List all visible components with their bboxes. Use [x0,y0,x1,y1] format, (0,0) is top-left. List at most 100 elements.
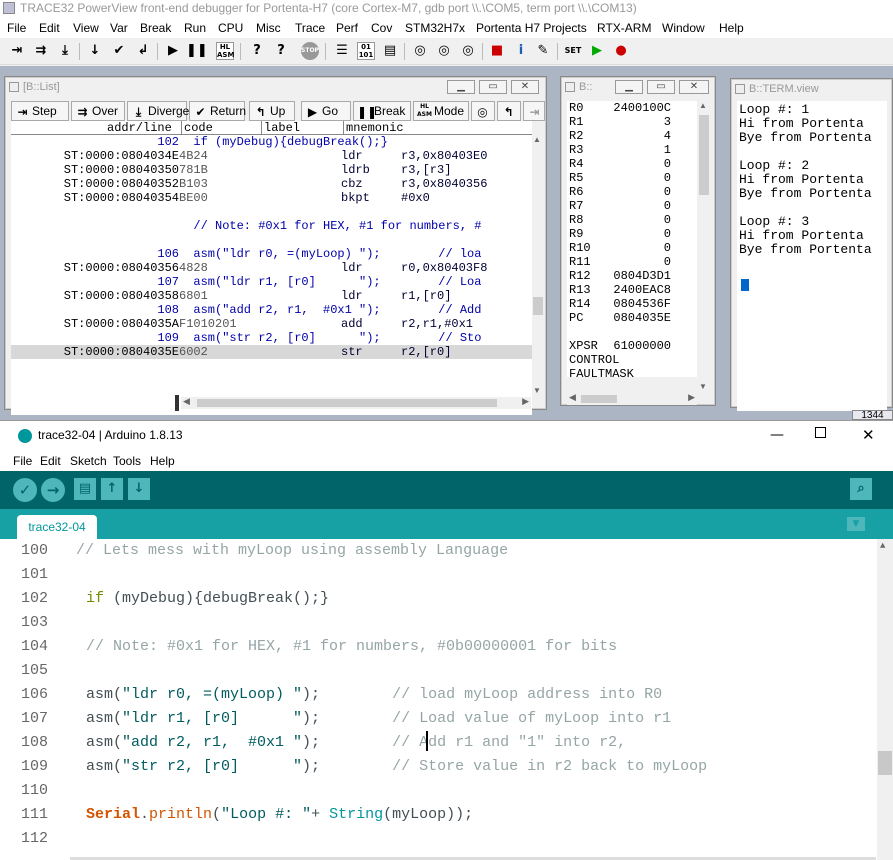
header-mnemonic[interactable]: mnemonic [343,121,404,135]
blank-row[interactable] [11,205,532,219]
header-code[interactable]: code [181,121,213,135]
register-row[interactable]: R0 2400100C [569,101,697,115]
set-icon[interactable]: SET [564,42,582,60]
stop-red-icon[interactable]: ● [612,42,630,60]
var-icon[interactable]: ◎ [459,42,477,60]
scroll-left-icon[interactable]: ◀ [569,392,576,403]
register-row[interactable]: R11 0 [569,255,697,269]
scroll-right-icon[interactable]: ▶ [522,396,529,407]
step-over-icon[interactable]: ⇉ [32,42,50,60]
breakpoints-icon[interactable]: ◎ [411,42,429,60]
menu-break[interactable]: Break [140,21,171,35]
over-button[interactable]: ⇉ Over [71,101,125,121]
scroll-up-icon[interactable]: ▲ [699,101,707,110]
register-row[interactable]: R14 0804536F [569,297,697,311]
open-sketch-icon[interactable]: ↑ [101,478,123,500]
upload-icon[interactable]: → [41,478,65,502]
list-splitter[interactable] [175,395,179,411]
register-row[interactable] [569,325,697,339]
asm-row[interactable]: ST:0000:0804034E 4B24 ldr r3,0x80403E0 [11,149,532,163]
register-row[interactable]: R9 0 [569,227,697,241]
mode-icon[interactable]: HL ASM [216,42,234,60]
register-row[interactable]: R5 0 [569,171,697,185]
menu-cov[interactable]: Cov [371,21,392,35]
scroll-right-icon[interactable]: ▶ [688,392,695,403]
registers-icon[interactable]: ▤ [381,42,399,60]
menu-window[interactable]: Window [662,21,705,35]
list-icon[interactable]: ☰ [333,42,351,60]
menu-perf[interactable]: Perf [336,21,358,35]
scroll-down-icon[interactable]: ▼ [533,386,541,395]
return-button[interactable]: ✔ Return [189,101,246,121]
register-row[interactable]: R4 0 [569,157,697,171]
source-row[interactable]: 107 asm("ldr r1, [r0] "); // Loa [11,275,532,289]
up-button[interactable]: ↰ Up [249,101,295,121]
break-button[interactable]: ❚❚ Break [353,101,411,121]
diverge-button[interactable]: ⤓ Diverge [127,101,189,121]
maximize-button[interactable]: ▭ [647,80,675,94]
close-button[interactable]: ✕ [679,80,709,94]
code-editor[interactable]: 100 // Lets mess with myLoop using assemb… [0,539,893,860]
source-row[interactable]: 109 asm("str r2, [r0] "); // Sto [11,331,532,345]
maximize-button[interactable]: ▭ [479,80,507,94]
register-horizontal-scrollbar[interactable]: ◀ ▶ [567,392,697,405]
register-row[interactable]: XPSR 61000000 [569,339,697,353]
minimize-button[interactable]: ▁ [447,80,475,94]
source-row[interactable]: 102 if (myDebug){debugBreak();} [11,135,532,149]
register-row[interactable]: PC 0804035E [569,311,697,325]
asm-row[interactable]: ST:0000:08040356 4828 ldr r0,0x80403F8 [11,261,532,275]
save-sketch-icon[interactable]: ↓ [128,478,150,500]
register-row[interactable]: R2 4 [569,129,697,143]
close-button[interactable]: ✕ [511,80,539,94]
menu-var[interactable]: Var [110,21,128,35]
editor-vertical-scrollbar[interactable]: ▲ [877,539,893,860]
tab-trace32-04[interactable]: trace32-04 [17,515,97,539]
go-green-icon[interactable]: ▶ [588,42,606,60]
source-row[interactable]: 106 asm("ldr r0, =(myLoop) "); // loa [11,247,532,261]
asm-row[interactable]: ST:0000:08040350 781B ldrb r3,[r3] [11,163,532,177]
scroll-up-icon[interactable]: ▲ [533,135,541,144]
tab-menu-icon[interactable]: ▼ [847,517,865,531]
scroll-left-icon[interactable]: ◀ [183,396,190,407]
register-row[interactable]: R3 1 [569,143,697,157]
header-label[interactable]: label [261,121,300,135]
tools-icon[interactable]: ✎ [534,42,552,60]
return-icon[interactable]: ↲ [134,42,152,60]
blank-row[interactable] [11,233,532,247]
list-vertical-scrollbar[interactable]: ▲ ▼ [532,135,544,395]
asm-row[interactable]: ST:0000:08040354 BE00 bkpt #0x0 [11,191,532,205]
source-row[interactable]: 108 asm("add r2, r1, #0x1 "); // Add [11,303,532,317]
register-vertical-scrollbar[interactable]: ▲ ▼ [697,101,711,391]
close-icon[interactable]: ✕ [862,421,875,449]
cube-icon[interactable]: ■ [488,42,506,60]
context-help-icon[interactable]: ? [272,42,290,60]
menu-help[interactable]: Help [150,454,175,468]
scroll-thumb[interactable] [699,115,709,195]
menu-view[interactable]: View [73,21,99,35]
register-row[interactable]: CONTROL [569,353,697,367]
more-button[interactable]: ⇥ [523,101,545,121]
scroll-thumb[interactable] [581,395,617,403]
register-row[interactable]: R12 0804D3D1 [569,269,697,283]
register-row[interactable]: FAULTMASK [569,367,697,377]
info-icon[interactable]: i [512,42,530,60]
header-addr[interactable]: addr/line [107,121,172,135]
menu-run[interactable]: Run [184,21,206,35]
step-diverge-icon[interactable]: ⤓ [56,42,74,60]
maximize-icon[interactable] [815,427,826,438]
serial-monitor-icon[interactable]: ⌕ [850,478,872,500]
menu-rtx-arm[interactable]: RTX-ARM [597,21,651,35]
find-button[interactable]: ◎ [471,101,495,121]
scroll-down-icon[interactable]: ▼ [699,382,707,391]
menu-file[interactable]: File [7,21,26,35]
terminal-output[interactable]: Loop #: 1 Hi from Portenta Bye from Porten… [737,101,887,411]
step-into-icon[interactable]: ⇥ [8,42,26,60]
menu-edit[interactable]: Edit [40,454,61,468]
asm-row[interactable]: ST:0000:0804035E 6002 str r2,[r0] [11,345,532,359]
asm-row[interactable]: ST:0000:0804035A F1010201 add r2,r1,#0x1 [11,317,532,331]
check-icon[interactable]: ✔ [110,42,128,60]
register-row[interactable]: R8 0 [569,213,697,227]
minimize-icon[interactable]: — [770,421,784,449]
register-row[interactable]: R7 0 [569,199,697,213]
menu-misc[interactable]: Misc [256,21,281,35]
